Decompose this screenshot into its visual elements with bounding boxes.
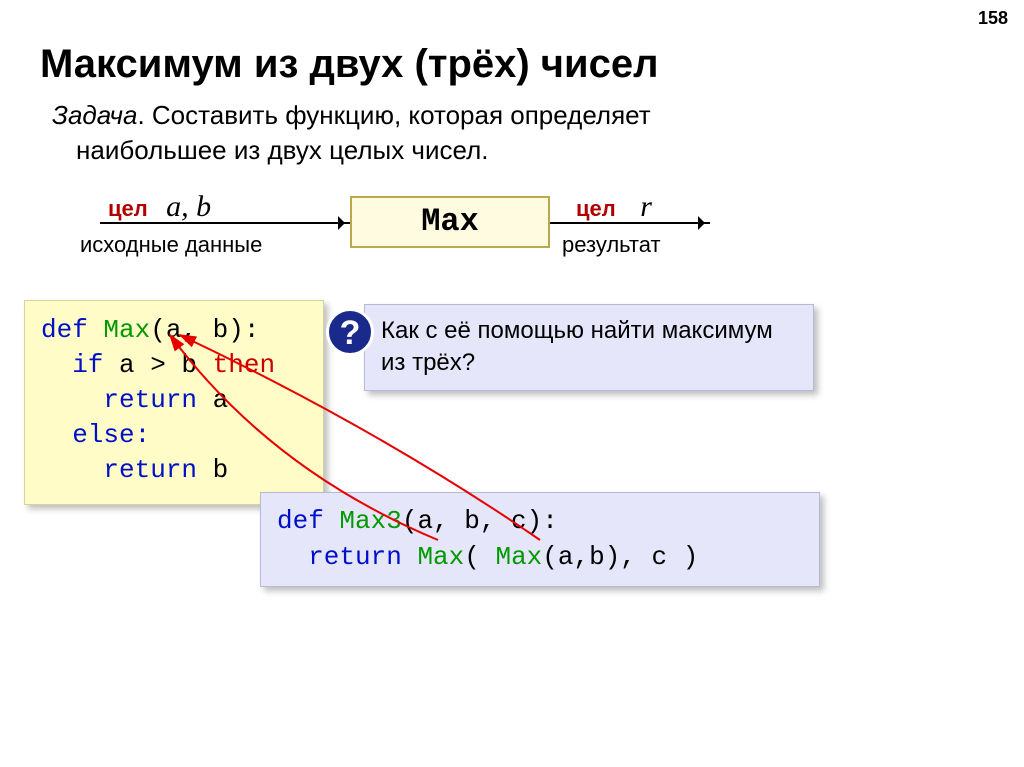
kw-def2: def [277,506,339,536]
inputs-caption: исходные данные [80,232,262,258]
kw-else: else: [41,420,150,450]
task-line1: . Составить функцию, которая определяет [137,100,650,130]
type-label-left: цел [108,196,148,221]
code-params: (a, b): [150,315,259,345]
fn-max: Max [103,315,150,345]
kw-return-a: return [41,385,213,415]
paren1: ( [464,542,495,572]
cond: a > b [103,350,212,380]
kw-def: def [41,315,103,345]
paren2: (a,b), c ) [542,542,698,572]
kw-return-b: return [41,455,213,485]
kw-if: if [41,350,103,380]
input-type-row: цел a, b [108,190,211,224]
page-title: Максимум из двух (трёх) чисел [40,42,659,87]
task-line2: наибольшее из двух целых чисел. [52,133,488,168]
type-label-right: цел [576,196,616,221]
kw-then: then [213,350,275,380]
input-vars: a, b [166,190,211,223]
output-var: r [640,190,652,223]
output-type-row: цел r [576,190,652,224]
question-mark-icon: ? [326,308,374,356]
val-b: b [213,455,229,485]
page-number: 158 [978,8,1008,29]
max-box: Max [350,196,550,248]
function-diagram: Max цел a, b исходные данные цел r резул… [70,178,690,268]
code-block-max: def Max(a, b): if a > b then return a el… [24,300,324,505]
val-a: a [213,385,229,415]
task-label: Задача [52,100,137,130]
code-block-max3: def Max3(a, b, c): return Max( Max(a,b),… [260,492,820,587]
result-caption: результат [562,232,661,258]
call-max-outer: Max [417,542,464,572]
code2-params: (a, b, c): [402,506,558,536]
call-max-inner: Max [495,542,542,572]
kw-return2: return [277,542,417,572]
question-box: Как с её помощью найти максимум из трёх? [364,304,814,391]
task-statement: Задача. Составить функцию, которая опред… [52,98,651,168]
fn-max3: Max3 [339,506,401,536]
